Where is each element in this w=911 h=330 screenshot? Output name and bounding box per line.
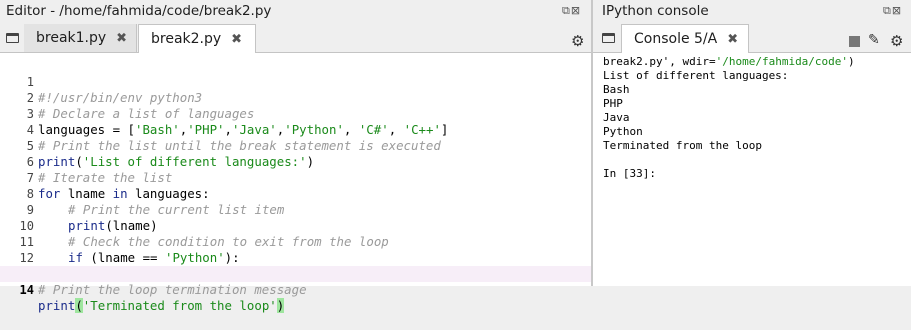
code-line[interactable]: 8 # Print the current list item <box>0 170 591 217</box>
code-line[interactable]: 7 for lname in languages: <box>0 154 591 201</box>
window-tab-icon[interactable] <box>6 33 19 43</box>
editor-pane: Editor - /home/fahmida/code/break2.py ⧉⊠… <box>0 0 591 313</box>
console-title: IPython console <box>602 3 709 19</box>
tab-console[interactable]: Console 5/A ✖ <box>621 24 749 53</box>
code-line[interactable]: 9 print(lname) <box>0 186 591 233</box>
code-line[interactable]: 5 print('List of different languages:') <box>0 122 591 169</box>
console-line: Python <box>603 125 643 138</box>
console-string: '/home/fahmida/code' <box>715 55 849 68</box>
code-text: print('Terminated from the loop') <box>38 298 285 314</box>
console-line: Terminated from the loop <box>603 139 762 152</box>
editor-tabbar: break1.py ✖ break2.py ✖ ⚙ <box>0 24 591 53</box>
tab-break1[interactable]: break1.py ✖ <box>24 24 137 52</box>
line-number: 14 <box>19 283 34 297</box>
console-line: Java <box>603 111 630 124</box>
stop-icon[interactable] <box>849 36 860 47</box>
bracket-match: ) <box>276 298 285 313</box>
bracket-match: ( <box>75 298 83 313</box>
editor-title: Editor - /home/fahmida/code/break2.py <box>6 3 272 19</box>
tab-break2[interactable]: break2.py ✖ <box>138 24 256 53</box>
code-line-current[interactable]: 14 print('Terminated from the loop') <box>0 266 591 313</box>
comment: # Print the loop termination message <box>38 282 307 297</box>
builtin-token: print <box>38 298 76 313</box>
console-pane: IPython console ⧉⊠ Console 5/A ✖ ✎ ⚙ brea… <box>593 0 911 286</box>
eraser-icon[interactable]: ✎ <box>868 33 880 47</box>
console-prompt[interactable]: In [33]: <box>603 167 656 181</box>
code-text: # Print the loop termination message <box>38 282 307 298</box>
close-icon[interactable]: ✖ <box>231 32 242 47</box>
tab-label: break2.py <box>151 31 222 47</box>
console-line: List of different languages: <box>603 69 789 82</box>
close-icon[interactable]: ✖ <box>727 32 738 47</box>
code-line[interactable]: 3 languages = ['Bash','PHP','Java','Pyth… <box>0 90 591 137</box>
tab-label: break1.py <box>36 30 107 46</box>
gear-icon[interactable]: ⚙ <box>890 34 903 49</box>
tab-label: Console 5/A <box>634 31 718 47</box>
console-output[interactable]: break2.py', wdir='/home/fahmida/code') L… <box>593 53 911 286</box>
string-literal: 'Terminated from the loop' <box>82 298 277 313</box>
code-line[interactable]: 11 if (lname == 'Python'): <box>0 218 591 265</box>
code-line[interactable]: 6 # Iterate the list <box>0 138 591 185</box>
console-line: PHP <box>603 97 623 110</box>
code-editor[interactable]: 1 #!/usr/bin/env python3 2 # Declare a l… <box>0 53 591 313</box>
close-icon[interactable]: ✖ <box>116 31 127 46</box>
code-line[interactable]: 4 # Print the list until the break state… <box>0 106 591 153</box>
code-line[interactable]: 12 break <box>0 234 591 281</box>
code-line[interactable]: 10 # Check the condition to exit from th… <box>0 202 591 249</box>
console-line: break2.py', wdir='/home/fahmida/code') <box>603 55 855 69</box>
console-undock-close-icons[interactable]: ⧉⊠ <box>883 5 902 17</box>
window-tab-icon[interactable] <box>602 33 615 43</box>
console-line: Bash <box>603 83 630 96</box>
code-line[interactable]: 2 # Declare a list of languages <box>0 74 591 121</box>
editor-undock-close-icons[interactable]: ⧉⊠ <box>562 5 581 17</box>
console-tabbar: Console 5/A ✖ ✎ ⚙ <box>593 24 911 53</box>
gear-icon[interactable]: ⚙ <box>571 34 584 49</box>
code-line[interactable]: 13 # Print the loop termination message <box>0 250 591 297</box>
code-line[interactable]: 1 #!/usr/bin/env python3 <box>0 58 591 105</box>
console-text: ) <box>848 55 855 68</box>
console-text: break2.py', wdir= <box>603 55 716 68</box>
